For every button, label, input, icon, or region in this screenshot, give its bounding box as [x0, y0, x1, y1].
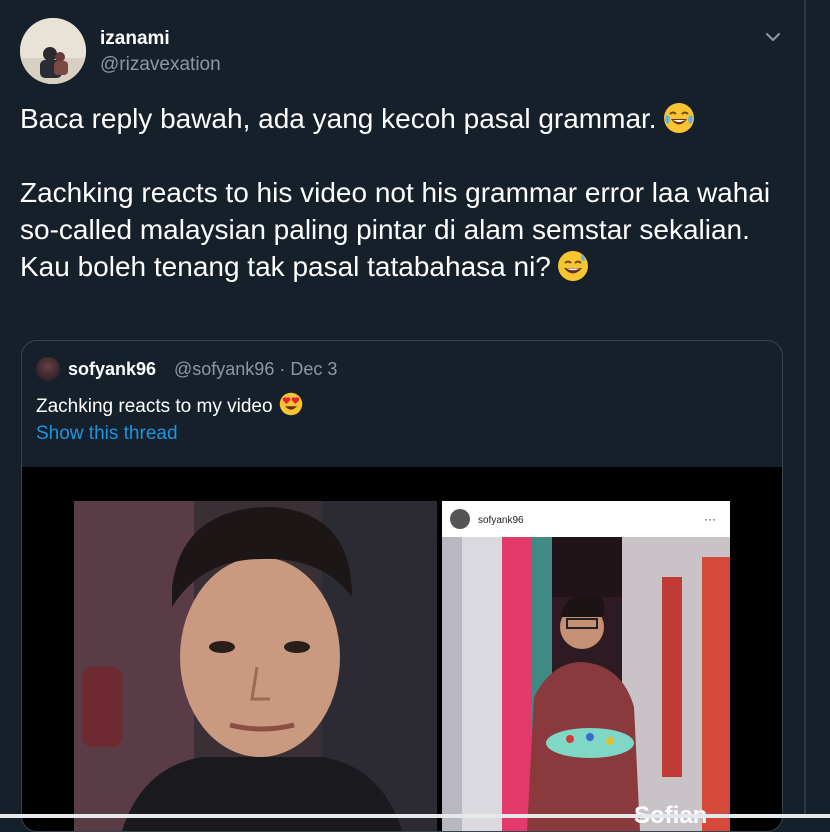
timeline-divider — [804, 0, 806, 818]
quoted-handle-date[interactable]: @sofyank96 · Dec 3 — [174, 359, 337, 380]
quoted-tweet-card[interactable]: sofyank96 @sofyank96 · Dec 3 Zachking re… — [21, 340, 783, 832]
tweet-text: Baca reply bawah, ada yang kecoh pasal g… — [20, 100, 790, 285]
user-handle[interactable]: @rizavexation — [100, 54, 221, 76]
quoted-avatar[interactable] — [36, 357, 60, 381]
inner-post-username: sofyank96 — [478, 515, 524, 526]
chevron-down-icon[interactable] — [762, 26, 784, 48]
tweet-paragraph-2: Zachking reacts to his video not his gra… — [20, 174, 790, 285]
heart-eyes-icon — [279, 392, 303, 416]
tweet-text-para2: Zachking reacts to his video not his gra… — [20, 177, 771, 282]
inner-post-menu: ··· — [704, 512, 716, 526]
display-name[interactable]: izanami — [100, 28, 170, 50]
show-thread-link[interactable]: Show this thread — [36, 423, 178, 445]
quoted-display-name[interactable]: sofyank96 — [68, 359, 156, 380]
window-bottom-edge — [0, 814, 830, 818]
grinning-face-with-sweat-icon — [557, 250, 589, 282]
tweet-text-line1: Baca reply bawah, ada yang kecoh pasal g… — [20, 103, 657, 134]
quoted-video[interactable]: sofyank96 ··· Sofian — [22, 467, 782, 831]
avatar[interactable] — [20, 18, 86, 84]
quoted-tweet-text: Zachking reacts to my video — [36, 392, 303, 418]
tweet-line-1: Baca reply bawah, ada yang kecoh pasal g… — [20, 100, 790, 137]
face-with-tears-of-joy-icon — [663, 102, 695, 134]
quoted-text-content: Zachking reacts to my video — [36, 396, 273, 417]
